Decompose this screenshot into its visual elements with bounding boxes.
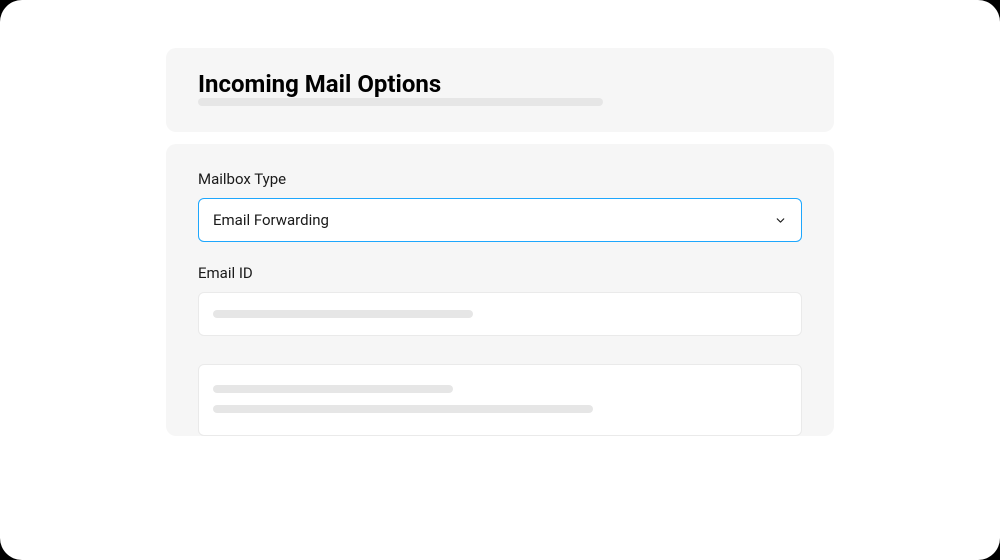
info-line-2	[213, 405, 593, 413]
chevron-down-icon	[773, 213, 787, 227]
info-panel	[198, 364, 802, 436]
mailbox-type-value: Email Forwarding	[213, 211, 329, 229]
mailbox-type-label: Mailbox Type	[198, 170, 802, 188]
info-line-1	[213, 385, 453, 393]
settings-card: Incoming Mail Options Mailbox Type Email…	[0, 0, 1000, 560]
section-header: Incoming Mail Options	[166, 48, 834, 132]
field-email-id: Email ID	[198, 264, 802, 336]
subtitle-placeholder	[198, 98, 603, 106]
section-body: Mailbox Type Email Forwarding Email ID	[166, 144, 834, 436]
email-id-placeholder	[213, 310, 473, 318]
email-id-label: Email ID	[198, 264, 802, 282]
email-id-input[interactable]	[198, 292, 802, 336]
section-title: Incoming Mail Options	[198, 70, 802, 98]
field-mailbox-type: Mailbox Type Email Forwarding	[198, 170, 802, 242]
mailbox-type-select[interactable]: Email Forwarding	[198, 198, 802, 242]
